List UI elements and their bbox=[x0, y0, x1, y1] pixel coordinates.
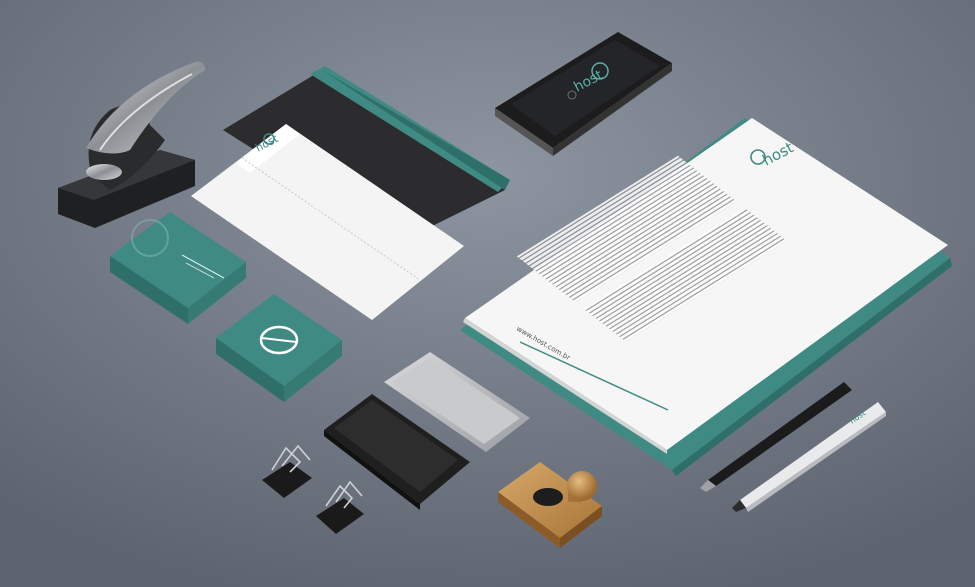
mockup-illustration: host host host www.host.com.br host bbox=[0, 0, 975, 587]
stationery-mockup-scene: host host host www.host.com.br host bbox=[0, 0, 975, 587]
